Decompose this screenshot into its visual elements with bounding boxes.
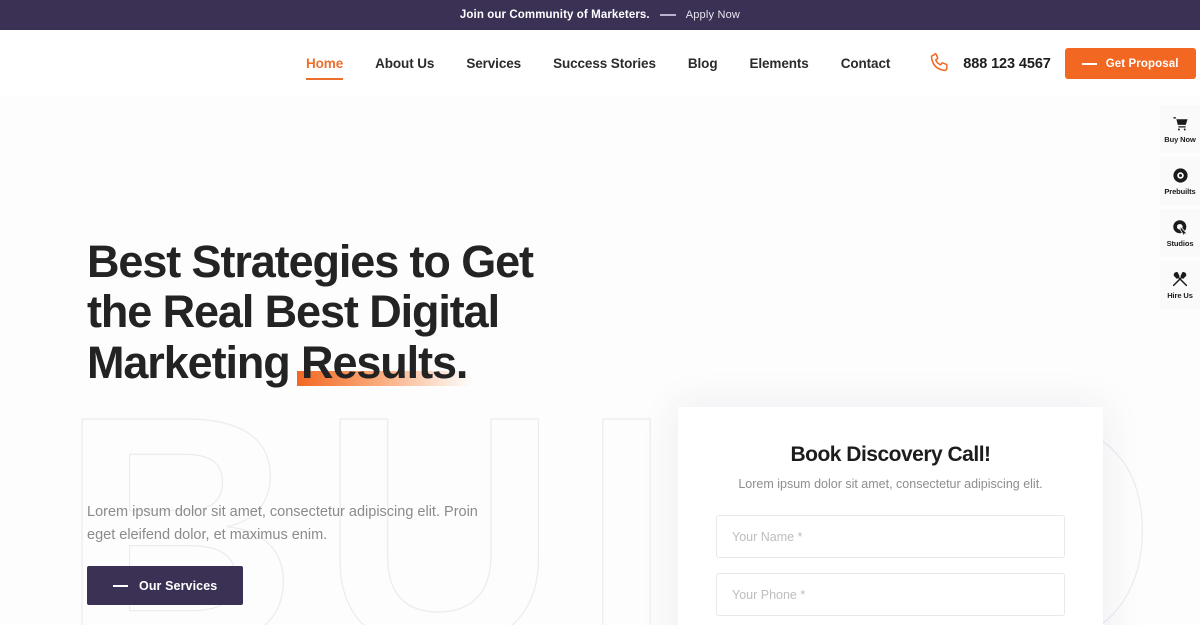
side-label-prebuilts: Prebuilts: [1164, 186, 1196, 196]
our-services-button[interactable]: Our Services: [87, 566, 244, 605]
cursor-target-icon: [1172, 219, 1189, 236]
nav-item-elements[interactable]: Elements: [733, 56, 824, 71]
header-phone[interactable]: 888 123 4567: [928, 51, 1051, 77]
announcement-bar: Join our Community of Marketers. Apply N…: [0, 0, 1200, 30]
your-name-input[interactable]: [716, 515, 1065, 558]
tools-icon: [1171, 270, 1189, 288]
button-dash-icon: [1081, 62, 1097, 65]
apply-now-link[interactable]: Apply Now: [686, 9, 740, 21]
side-item-buy-now[interactable]: Buy Now: [1160, 105, 1200, 153]
hero-heading-highlight: Results.: [297, 336, 472, 388]
nav-item-about-us[interactable]: About Us: [359, 56, 450, 71]
hero-heading: Best Strategies to Get the Real Best Dig…: [87, 236, 607, 388]
side-item-prebuilts[interactable]: Prebuilts: [1160, 157, 1200, 205]
nav-item-blog[interactable]: Blog: [672, 56, 734, 71]
nav-label-home: Home: [306, 56, 344, 71]
hero-heading-line-2: the Real Best Digital: [87, 286, 500, 338]
side-label-hire-us: Hire Us: [1167, 291, 1193, 300]
hero-heading-line-3-prefix: Marketing: [87, 336, 302, 388]
floating-side-widget: Buy Now Prebuilts Studios Hire Us: [1160, 105, 1200, 309]
our-services-label: Our Services: [139, 578, 218, 593]
discovery-call-form-card: Book Discovery Call! Lorem ipsum dolor s…: [678, 407, 1103, 625]
hero-heading-line-1: Best Strategies to Get: [87, 236, 534, 287]
nav-item-services[interactable]: Services: [450, 56, 537, 71]
disc-icon: [1172, 167, 1189, 184]
header-phone-number: 888 123 4567: [963, 55, 1051, 72]
hero-section: BUILD Best Strategies to Get the Real Be…: [0, 97, 1200, 625]
nav-active-underline: [306, 78, 344, 80]
form-title: Book Discovery Call!: [790, 443, 991, 466]
get-proposal-label: Get Proposal: [1105, 57, 1179, 70]
hero-subtitle: Lorem ipsum dolor sit amet, consectetur …: [87, 504, 478, 544]
nav-item-home[interactable]: Home: [290, 56, 359, 80]
header-actions: 888 123 4567 Get Proposal: [928, 48, 1196, 79]
nav-item-success-stories[interactable]: Success Stories: [537, 56, 672, 71]
main-navigation: Home About Us Services Success Stories B…: [290, 56, 907, 80]
announcement-divider-dash: [659, 14, 676, 16]
form-subtitle: Lorem ipsum dolor sit amet, consectetur …: [738, 477, 1043, 491]
site-logo[interactable]: [0, 44, 290, 84]
phone-icon: [928, 51, 954, 77]
announcement-text: Join our Community of Marketers.: [459, 9, 650, 21]
site-header: Home About Us Services Success Stories B…: [0, 30, 1200, 97]
your-phone-input[interactable]: [716, 573, 1065, 616]
get-proposal-button[interactable]: Get Proposal: [1064, 48, 1196, 79]
side-item-studios[interactable]: Studios: [1160, 209, 1200, 257]
side-label-buy-now: Buy Now: [1164, 134, 1196, 144]
button-dash-icon: [113, 584, 128, 587]
side-label-studios: Studios: [1166, 238, 1194, 248]
nav-item-contact[interactable]: Contact: [825, 56, 907, 71]
side-item-hire-us[interactable]: Hire Us: [1160, 261, 1200, 309]
shopping-cart-icon: [1172, 115, 1189, 132]
